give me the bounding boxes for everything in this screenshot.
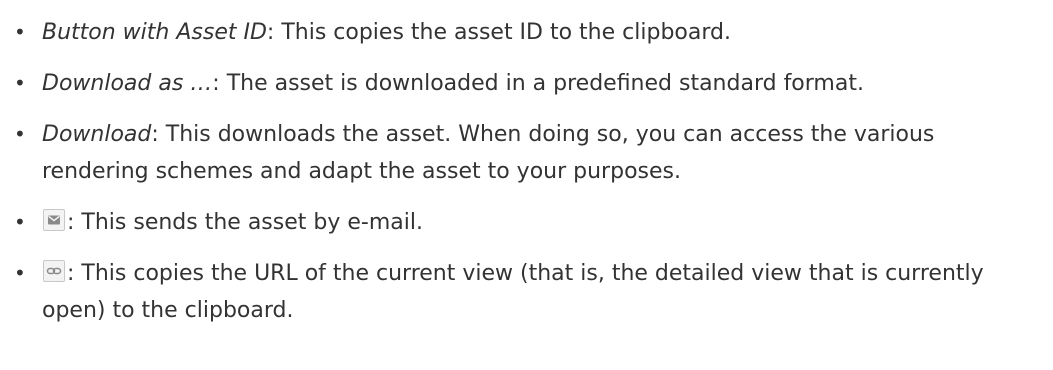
bullet-icon: • [14, 261, 26, 285]
email-icon [43, 209, 65, 231]
list-item-download-as: • Download as …: The asset is downloaded… [14, 65, 1044, 102]
item-description: : This downloads the asset. When doing s… [42, 122, 935, 184]
document: • Button with Asset ID: This copies the … [0, 0, 1053, 370]
bullet-icon: • [14, 210, 26, 234]
term-download-as: Download as … [42, 71, 213, 96]
list-item-link: • : This copies the URL of the current v… [14, 255, 1044, 329]
list-item-email: • : This sends the asset by e-mail. [14, 204, 1044, 241]
bullet-icon: • [14, 71, 26, 95]
link-icon [43, 260, 65, 282]
bullet-icon: • [14, 122, 26, 146]
term-button-with-asset-id: Button with Asset ID [42, 20, 267, 45]
bullet-icon: • [14, 20, 26, 44]
item-description: : The asset is downloaded in a predefine… [212, 71, 864, 96]
feature-list: • Button with Asset ID: This copies the … [14, 14, 1044, 343]
list-item-asset-id: • Button with Asset ID: This copies the … [14, 14, 1044, 51]
item-description: : This sends the asset by e-mail. [67, 210, 423, 235]
list-item-download: • Download: This downloads the asset. Wh… [14, 116, 1044, 190]
item-description: : This copies the asset ID to the clipbo… [266, 20, 731, 45]
item-description: : This copies the URL of the current vie… [42, 261, 984, 323]
term-download: Download [42, 122, 152, 147]
